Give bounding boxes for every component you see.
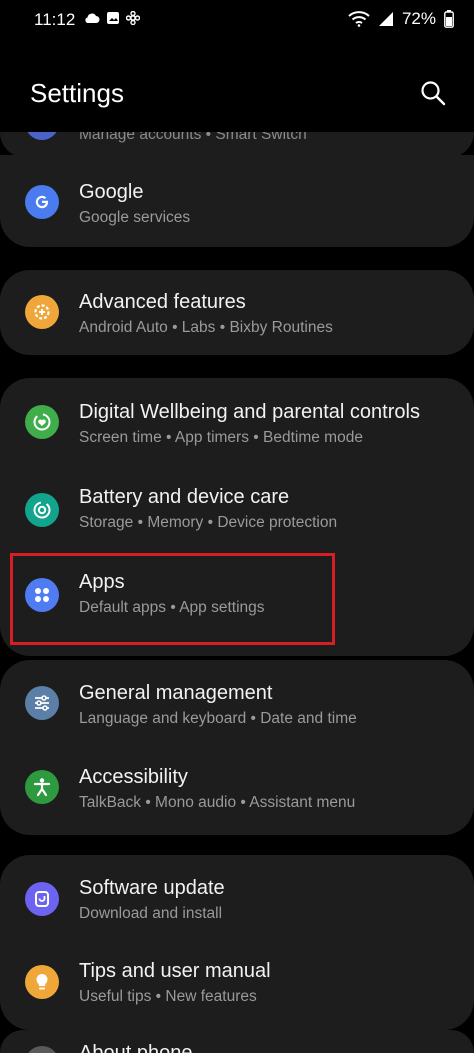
settings-item-advanced-features[interactable]: Advanced features Android Auto • Labs • … [0, 270, 474, 355]
accessibility-icon [25, 770, 59, 804]
support-card: Software update Download and install Tip… [0, 855, 474, 1030]
wifi-icon [348, 11, 370, 27]
sliders-icon [25, 686, 59, 720]
page-title: Settings [30, 78, 124, 108]
item-title: General management [79, 682, 273, 704]
advanced-card: Advanced features Android Auto • Labs • … [0, 270, 474, 355]
accounts-subtitle: Manage accounts • Smart Switch [79, 132, 307, 143]
google-card: Google Google services [0, 155, 474, 247]
app-header: Settings [0, 60, 474, 130]
about-card-partial: About phone [0, 1030, 474, 1053]
item-title: Software update [79, 877, 225, 899]
device-card: Digital Wellbeing and parental controls … [0, 378, 474, 656]
item-subtitle: Screen time • App timers • Bedtime mode [79, 429, 363, 446]
cloud-icon [85, 13, 100, 23]
item-title: About phone [79, 1042, 193, 1053]
settings-item-digital-wellbeing[interactable]: Digital Wellbeing and parental controls … [0, 378, 474, 468]
item-title: Apps [79, 571, 125, 593]
settings-item-about-phone[interactable]: About phone [0, 1030, 474, 1053]
item-subtitle: Useful tips • New features [79, 988, 257, 1005]
settings-item-google[interactable]: Google Google services [0, 155, 474, 247]
status-notification-icons [84, 11, 140, 25]
item-title: Google [79, 181, 144, 203]
settings-item-general-management[interactable]: General management Language and keyboard… [0, 660, 474, 748]
item-title: Tips and user manual [79, 960, 271, 982]
settings-item-apps[interactable]: Apps Default apps • App settings [0, 553, 474, 656]
phone-info-icon [25, 1046, 59, 1053]
item-subtitle: Language and keyboard • Date and time [79, 710, 357, 727]
item-subtitle: TalkBack • Mono audio • Assistant menu [79, 794, 356, 811]
item-subtitle: Default apps • App settings [79, 599, 265, 616]
settings-item-accessibility[interactable]: Accessibility TalkBack • Mono audio • As… [0, 748, 474, 833]
apps-icon [25, 578, 59, 612]
battery-percent: 72% [401, 9, 436, 28]
item-subtitle: Storage • Memory • Device protection [79, 514, 338, 531]
device-care-icon [25, 493, 59, 527]
item-subtitle: Android Auto • Labs • Bixby Routines [79, 319, 333, 336]
item-title: Digital Wellbeing and parental controls [79, 401, 420, 423]
accounts-icon [25, 132, 59, 140]
item-title: Battery and device care [79, 486, 290, 508]
item-title: Accessibility [79, 766, 188, 788]
battery-icon [444, 10, 454, 28]
signal-icon [378, 12, 393, 26]
status-bar: 11:12 72% [0, 0, 474, 40]
pinwheel-icon [126, 11, 140, 25]
item-subtitle: Download and install [79, 905, 223, 922]
system-card: General management Language and keyboard… [0, 660, 474, 835]
update-icon [25, 882, 59, 916]
status-system-icons: 72% [348, 9, 454, 29]
status-time: 11:12 [34, 10, 76, 29]
google-icon [25, 185, 59, 219]
settings-item-software-update[interactable]: Software update Download and install [0, 855, 474, 943]
wellbeing-icon [25, 405, 59, 439]
settings-item-battery-device-care[interactable]: Battery and device care Storage • Memory… [0, 468, 474, 553]
settings-item-tips[interactable]: Tips and user manual Useful tips • New f… [0, 943, 474, 1028]
item-title: Advanced features [79, 291, 246, 313]
lightbulb-icon [25, 965, 59, 999]
gallery-icon [107, 12, 119, 24]
search-icon[interactable] [418, 78, 448, 108]
item-subtitle: Google services [79, 209, 191, 226]
gear-plus-icon [25, 295, 59, 329]
